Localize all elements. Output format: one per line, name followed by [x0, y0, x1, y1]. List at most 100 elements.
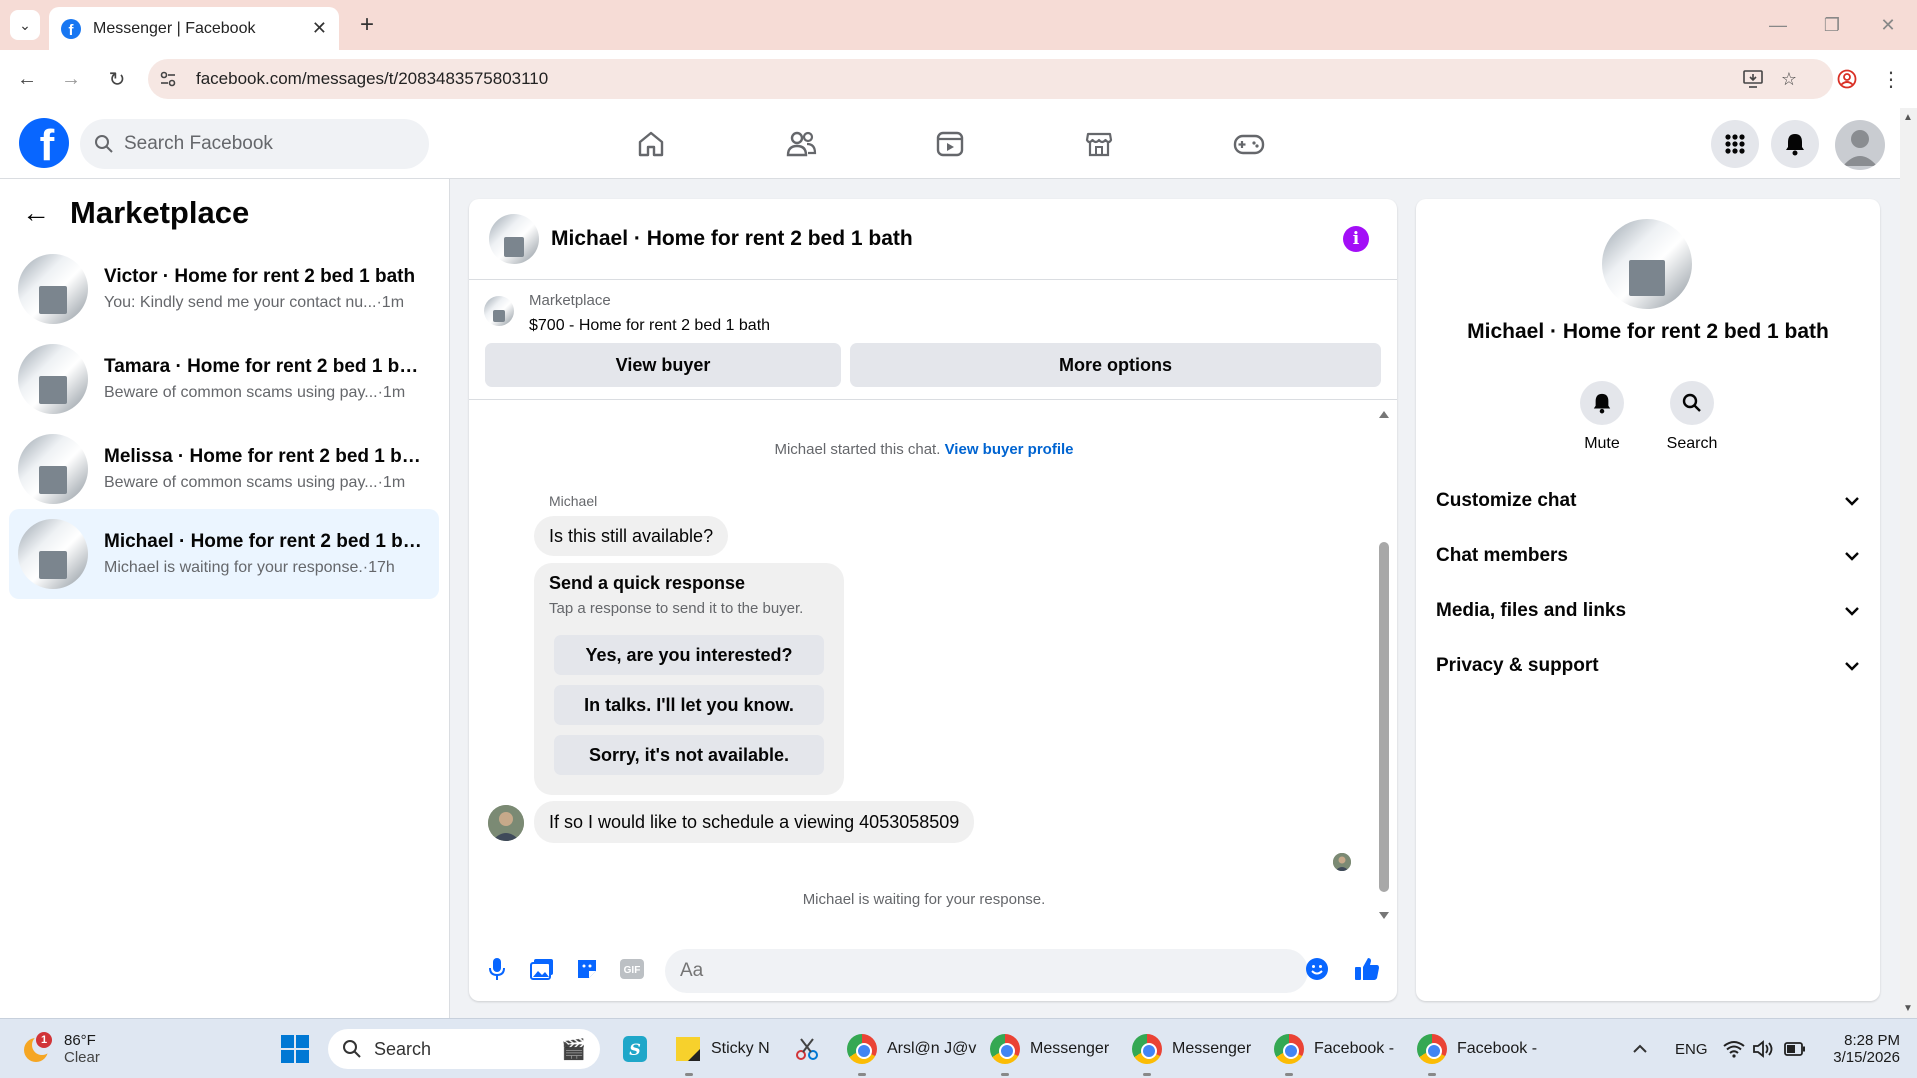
- volume-icon[interactable]: [1752, 1019, 1774, 1078]
- message-bubble: Is this still available?: [534, 516, 729, 556]
- message-input[interactable]: [665, 949, 1308, 993]
- section-label: Media, files and links: [1436, 600, 1627, 621]
- home-icon[interactable]: [627, 120, 675, 168]
- chat-scrollbar[interactable]: [1377, 409, 1391, 921]
- photo-icon[interactable]: [528, 955, 556, 983]
- marketplace-icon[interactable]: [1075, 120, 1123, 168]
- back-button[interactable]: ←: [12, 64, 42, 94]
- close-window-button[interactable]: ✕: [1868, 10, 1908, 40]
- tab-close-icon[interactable]: ✕: [312, 18, 327, 39]
- message-text: If so I would like to schedule a viewing…: [549, 811, 960, 832]
- taskbar-chrome-1[interactable]: Arsl@n J@v: [847, 1019, 976, 1078]
- language-indicator[interactable]: ENG: [1675, 1019, 1708, 1078]
- taskbar-chrome-3[interactable]: Messenger: [1132, 1019, 1251, 1078]
- listing-price-title[interactable]: $700 - Home for rent 2 bed 1 bath: [529, 317, 770, 335]
- minimize-button[interactable]: —: [1758, 10, 1798, 40]
- video-icon[interactable]: [926, 120, 974, 168]
- tab-title: Messenger | Facebook: [93, 19, 256, 37]
- address-bar[interactable]: facebook.com/messages/t/2083483575803110…: [148, 59, 1833, 99]
- scroll-down-arrow-icon[interactable]: [1378, 911, 1390, 921]
- conversation-snippet: You: Kindly send me your contact nu...: [104, 294, 377, 311]
- bell-icon: [1593, 393, 1611, 414]
- conversation-item[interactable]: Victor · Home for rent 2 bed 1 bath You:…: [9, 244, 439, 334]
- conversation-item-active[interactable]: Michael · Home for rent 2 bed 1 ba... Mi…: [9, 509, 439, 599]
- tab-search-button[interactable]: ⌄: [10, 10, 40, 40]
- page-scroll-down-icon[interactable]: ▼: [1903, 1003, 1913, 1014]
- mute-button[interactable]: Mute: [1562, 381, 1642, 453]
- page-scroll-up-icon[interactable]: ▲: [1903, 112, 1913, 123]
- forward-button[interactable]: →: [56, 64, 86, 94]
- mute-label: Mute: [1584, 435, 1620, 452]
- windows-start-icon[interactable]: [280, 1019, 310, 1078]
- chat-header: Michael · Home for rent 2 bed 1 bath i: [469, 199, 1397, 280]
- listing-thumbnail: [18, 519, 88, 589]
- weather-widget[interactable]: 1 86°F Clear: [20, 1019, 100, 1078]
- wifi-icon[interactable]: [1723, 1019, 1745, 1078]
- account-avatar[interactable]: [1835, 120, 1885, 170]
- chat-members-section[interactable]: Chat members: [1436, 534, 1860, 578]
- taskbar-chrome-2[interactable]: Messenger: [990, 1019, 1109, 1078]
- quick-response-option[interactable]: Yes, are you interested?: [554, 635, 824, 675]
- taskbar-sticky-notes[interactable]: Sticky N: [675, 1019, 770, 1078]
- profile-icon[interactable]: [1832, 64, 1862, 94]
- battery-icon[interactable]: [1784, 1019, 1806, 1078]
- app-icon-s[interactable]: S: [622, 1019, 648, 1078]
- chat-title[interactable]: Michael · Home for rent 2 bed 1 bath: [551, 227, 913, 251]
- message-bubble: If so I would like to schedule a viewing…: [534, 801, 975, 843]
- listing-thumbnail: [18, 434, 88, 504]
- quick-response-option[interactable]: In talks. I'll let you know.: [554, 685, 824, 725]
- scroll-thumb[interactable]: [1379, 542, 1389, 892]
- sender-avatar[interactable]: [488, 805, 524, 841]
- info-icon[interactable]: i: [1343, 226, 1369, 252]
- conversation-title: Tamara · Home for rent 2 bed 1 bath: [104, 356, 424, 377]
- site-info-icon[interactable]: [148, 59, 188, 99]
- chat-info-title: Michael · Home for rent 2 bed 1 bath: [1467, 320, 1829, 343]
- search-conversation-button[interactable]: Search: [1652, 381, 1732, 453]
- reload-button[interactable]: ↻: [102, 64, 132, 94]
- marketplace-conversations-panel: ← Marketplace Victor · Home for rent 2 b…: [0, 179, 450, 1018]
- clock[interactable]: 8:28 PM 3/15/2026: [1825, 1019, 1900, 1078]
- media-files-links-section[interactable]: Media, files and links: [1436, 589, 1860, 633]
- taskbar-chrome-5[interactable]: Facebook -: [1417, 1019, 1537, 1078]
- taskbar-chrome-4[interactable]: Facebook -: [1274, 1019, 1394, 1078]
- thumbs-up-icon[interactable]: [1353, 955, 1381, 983]
- facebook-logo-icon[interactable]: f: [19, 118, 69, 168]
- taskbar-search-label: Search: [374, 1038, 432, 1059]
- browser-tab-active[interactable]: f Messenger | Facebook ✕: [49, 7, 339, 50]
- restore-button[interactable]: ❐: [1812, 10, 1852, 40]
- gif-icon[interactable]: GIF: [618, 955, 646, 983]
- chevron-down-icon: [1845, 552, 1859, 561]
- notifications-bell-icon[interactable]: [1771, 120, 1819, 168]
- conversation-time: ·1m: [377, 384, 406, 401]
- chat-avatar[interactable]: [489, 214, 539, 264]
- customize-chat-section[interactable]: Customize chat: [1436, 479, 1860, 523]
- microphone-icon[interactable]: [483, 955, 511, 983]
- view-buyer-button[interactable]: View buyer: [485, 343, 841, 387]
- install-app-icon[interactable]: [1740, 66, 1766, 92]
- new-tab-button[interactable]: +: [352, 10, 382, 40]
- conversation-snippet: Beware of common scams using pay...: [104, 384, 378, 401]
- privacy-support-section[interactable]: Privacy & support: [1436, 644, 1860, 688]
- more-options-button[interactable]: More options: [850, 343, 1381, 387]
- windows-taskbar: 1 86°F Clear Search 🎬 S Sticky N Arsl@n …: [0, 1018, 1917, 1078]
- gaming-icon[interactable]: [1225, 120, 1273, 168]
- taskbar-search[interactable]: Search 🎬: [328, 1029, 600, 1069]
- browser-menu-icon[interactable]: ⋮: [1876, 64, 1906, 94]
- snipping-tool-icon[interactable]: [793, 1019, 821, 1078]
- page-scrollbar[interactable]: ▲ ▼: [1900, 108, 1917, 1018]
- friends-icon[interactable]: [777, 120, 825, 168]
- conversation-item[interactable]: Melissa · Home for rent 2 bed 1 bath Bew…: [9, 424, 439, 514]
- scroll-up-arrow-icon[interactable]: [1378, 409, 1390, 419]
- menu-grid-icon[interactable]: [1711, 120, 1759, 168]
- facebook-search-input[interactable]: Search Facebook: [80, 119, 429, 169]
- sticker-icon[interactable]: [573, 955, 601, 983]
- back-arrow-icon[interactable]: ←: [22, 197, 50, 229]
- bookmark-star-icon[interactable]: ☆: [1776, 66, 1802, 92]
- svg-text:S: S: [629, 1040, 641, 1059]
- facebook-favicon-icon: f: [61, 18, 81, 39]
- show-hidden-icons-chevron-icon[interactable]: [1632, 1019, 1648, 1078]
- quick-response-option[interactable]: Sorry, it's not available.: [554, 735, 824, 775]
- view-buyer-profile-link[interactable]: View buyer profile: [945, 441, 1074, 458]
- conversation-item[interactable]: Tamara · Home for rent 2 bed 1 bath Bewa…: [9, 334, 439, 424]
- emoji-icon[interactable]: [1303, 955, 1331, 983]
